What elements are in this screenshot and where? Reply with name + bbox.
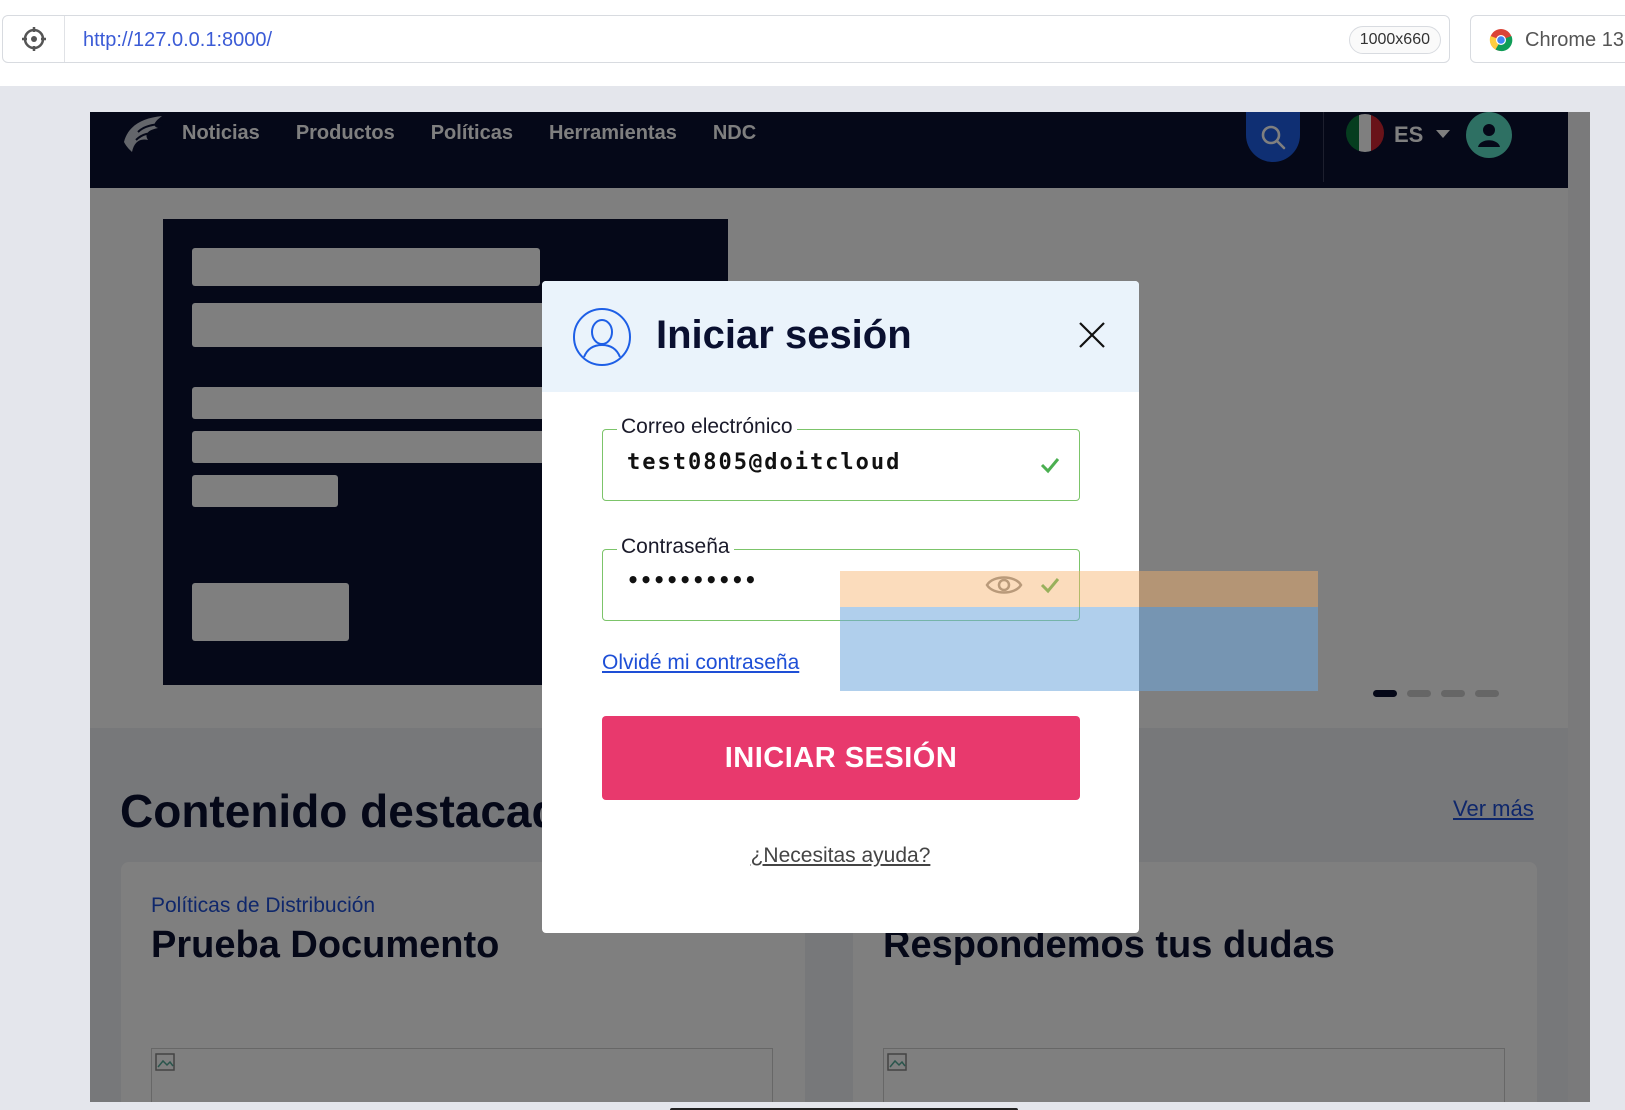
forgot-password-link[interactable]: Olvidé mi contraseña — [602, 651, 799, 675]
email-label: Correo electrónico — [617, 415, 797, 439]
browser-name: Chrome 13 — [1525, 29, 1624, 51]
inspector-margin-highlight — [840, 571, 1318, 607]
browser-toolbar: http://127.0.0.1:8000/ 1000x660 Chrome 1… — [0, 0, 1625, 86]
browser-selector[interactable]: Chrome 13 — [1470, 15, 1625, 63]
address-bar[interactable]: http://127.0.0.1:8000/ 1000x660 — [2, 15, 1450, 63]
help-link[interactable]: ¿Necesitas ayuda? — [542, 844, 1139, 868]
password-label: Contraseña — [617, 535, 734, 559]
target-icon[interactable] — [3, 16, 65, 62]
user-circle-icon — [573, 308, 631, 366]
modal-title: Iniciar sesión — [656, 313, 912, 357]
email-field[interactable]: Correo electrónico test0805@doitcloud — [602, 415, 1080, 501]
email-input[interactable]: test0805@doitcloud — [627, 450, 1007, 475]
modal-header: Iniciar sesión — [542, 281, 1139, 392]
url-text[interactable]: http://127.0.0.1:8000/ — [83, 29, 272, 52]
chrome-icon — [1489, 29, 1513, 52]
close-icon[interactable] — [1076, 319, 1108, 351]
check-icon — [1040, 458, 1060, 474]
login-submit-button[interactable]: INICIAR SESIÓN — [602, 716, 1080, 800]
viewport-size-badge: 1000x660 — [1348, 26, 1441, 54]
inspector-content-highlight — [840, 607, 1318, 691]
